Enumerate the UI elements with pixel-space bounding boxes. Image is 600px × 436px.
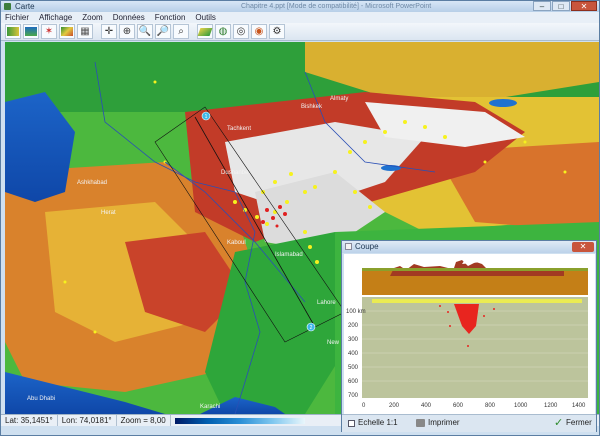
checkmark-icon: ✓ [554, 417, 564, 429]
city-label: Almaty [330, 96, 348, 102]
city-label: Abu Dhabi [27, 396, 55, 402]
distance-tick: 600 [453, 403, 464, 409]
profile-marker-1: 1 [205, 114, 208, 120]
depth-tick: 100 km [346, 309, 366, 315]
menu-bar: Fichier Affichage Zoom Données Fonction … [1, 12, 599, 23]
profile-marker-2: 2 [310, 325, 313, 331]
latitude-readout: Lat: 35,1451° [1, 415, 58, 426]
elevation-colorbar [174, 417, 305, 424]
print-button[interactable]: Imprimer [416, 417, 460, 429]
zoom-readout: Zoom = 8,00 [117, 415, 171, 426]
menu-zoom[interactable]: Zoom [82, 12, 102, 23]
distance-tick: 800 [485, 403, 496, 409]
coupe-title-bar[interactable]: Coupe ✕ [342, 241, 596, 253]
settings-icon[interactable]: ⚙ [269, 24, 285, 39]
city-label: Karachi [200, 404, 220, 410]
depth-tick: 700 [348, 393, 359, 399]
app-icon [4, 3, 11, 10]
depth-tick: 500 [348, 365, 359, 371]
scale-checkbox-label: Echelle 1:1 [358, 418, 398, 427]
earthquake-icon[interactable]: ✶ [41, 24, 57, 39]
target-icon[interactable]: ◎ [233, 24, 249, 39]
pointer-icon[interactable]: ✛ [101, 24, 117, 39]
compass-icon[interactable]: ◉ [251, 24, 267, 39]
coupe-window[interactable]: Coupe ✕ 100 km 200 300 400 500 600 700 0… [341, 240, 597, 432]
city-label: Herat [101, 210, 116, 216]
city-label: Lahore [317, 300, 336, 306]
city-label: Kaboul [227, 240, 246, 246]
depth-tick: 200 [348, 323, 359, 329]
coupe-title: Coupe [355, 242, 379, 251]
menu-view[interactable]: Affichage [39, 12, 72, 23]
toolbar: ✶ ▦ ✛ ⊕ 🔍 🔎 ⌕ ◍ ◎ ◉ ⚙ [1, 23, 599, 41]
globe-icon[interactable]: ◍ [215, 24, 231, 39]
coupe-footer: Echelle 1:1 Imprimer ✓ Fermer [342, 414, 596, 432]
crosshair-icon[interactable]: ⊕ [119, 24, 135, 39]
depth-tick: 600 [348, 379, 359, 385]
distance-tick: 1200 [544, 403, 558, 409]
zoom-out-icon[interactable]: 🔎 [155, 24, 171, 39]
terrain-icon[interactable] [59, 24, 75, 39]
cross-section-plot: 100 km 200 300 400 500 600 700 0 200 400… [344, 254, 595, 414]
print-label: Imprimer [428, 418, 460, 427]
city-label: Ashkhabad [77, 180, 107, 186]
map-icon[interactable] [5, 24, 21, 39]
depth-tick: 400 [348, 351, 359, 357]
coupe-app-icon [345, 243, 352, 250]
title-bar[interactable]: Carte Chapitre 4.ppt [Mode de compatibil… [1, 1, 599, 12]
close-dialog-button[interactable]: ✓ Fermer [554, 417, 592, 429]
zoom-in-icon[interactable]: 🔍 [137, 24, 153, 39]
depth-tick: 300 [348, 337, 359, 343]
coupe-close-button[interactable]: ✕ [572, 242, 594, 252]
layers-icon[interactable] [23, 24, 39, 39]
grid-icon[interactable]: ▦ [77, 24, 93, 39]
scale-checkbox[interactable] [348, 420, 355, 427]
distance-tick: 1000 [514, 403, 528, 409]
city-label: Islamabad [275, 252, 303, 258]
window-controls: – □ ✕ [533, 1, 597, 11]
city-label: Tachkent [227, 126, 251, 132]
minimize-button[interactable]: – [533, 1, 551, 11]
close-button[interactable]: ✕ [571, 1, 597, 11]
background-window-title: Chapitre 4.ppt [Mode de compatibilité] -… [241, 3, 432, 10]
menu-data[interactable]: Données [113, 12, 145, 23]
distance-tick: 1400 [572, 403, 586, 409]
city-label: Dushanbe [221, 170, 249, 176]
printer-icon [416, 419, 425, 427]
window-title: Carte [15, 2, 35, 11]
city-label: Bishkek [301, 104, 323, 110]
distance-tick: 400 [421, 403, 432, 409]
maximize-button[interactable]: □ [552, 1, 570, 11]
close-dialog-label: Fermer [566, 418, 592, 427]
zoom-box-icon[interactable]: ⌕ [173, 24, 189, 39]
menu-function[interactable]: Fonction [155, 12, 186, 23]
distance-tick: 200 [389, 403, 400, 409]
menu-file[interactable]: Fichier [5, 12, 29, 23]
relief-icon[interactable] [197, 24, 213, 39]
longitude-readout: Lon: 74,0181° [58, 415, 117, 426]
menu-tools[interactable]: Outils [195, 12, 215, 23]
